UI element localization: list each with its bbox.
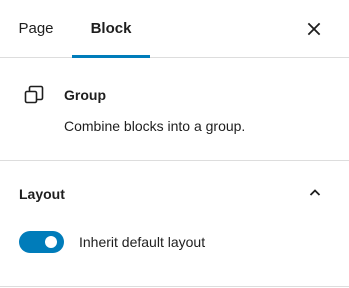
close-button[interactable] (298, 13, 330, 45)
layout-panel-title: Layout (19, 186, 65, 202)
inherit-layout-toggle[interactable] (19, 231, 64, 253)
sidebar-tabs: Page Block (0, 0, 349, 58)
chevron-up-icon (309, 189, 321, 196)
layout-panel-toggle[interactable]: Layout (0, 161, 349, 225)
tab-block-label: Block (90, 20, 132, 37)
block-card: Group Combine blocks into a group. (0, 58, 349, 161)
block-description: Combine blocks into a group. (64, 118, 246, 134)
inherit-layout-label[interactable]: Inherit default layout (79, 234, 205, 251)
toggle-knob (45, 236, 57, 248)
layout-panel: Layout Inherit default layout (0, 161, 349, 287)
block-settings-sidebar: Page Block Group Combine blocks into a g… (0, 0, 349, 288)
divider (0, 286, 349, 287)
close-icon (307, 22, 321, 36)
tab-page[interactable]: Page (0, 0, 72, 57)
group-icon (24, 85, 44, 104)
inherit-layout-control: Inherit default layout (19, 230, 205, 254)
tab-page-label: Page (18, 20, 54, 37)
tab-block[interactable]: Block (72, 0, 150, 58)
block-title: Group (64, 87, 106, 103)
